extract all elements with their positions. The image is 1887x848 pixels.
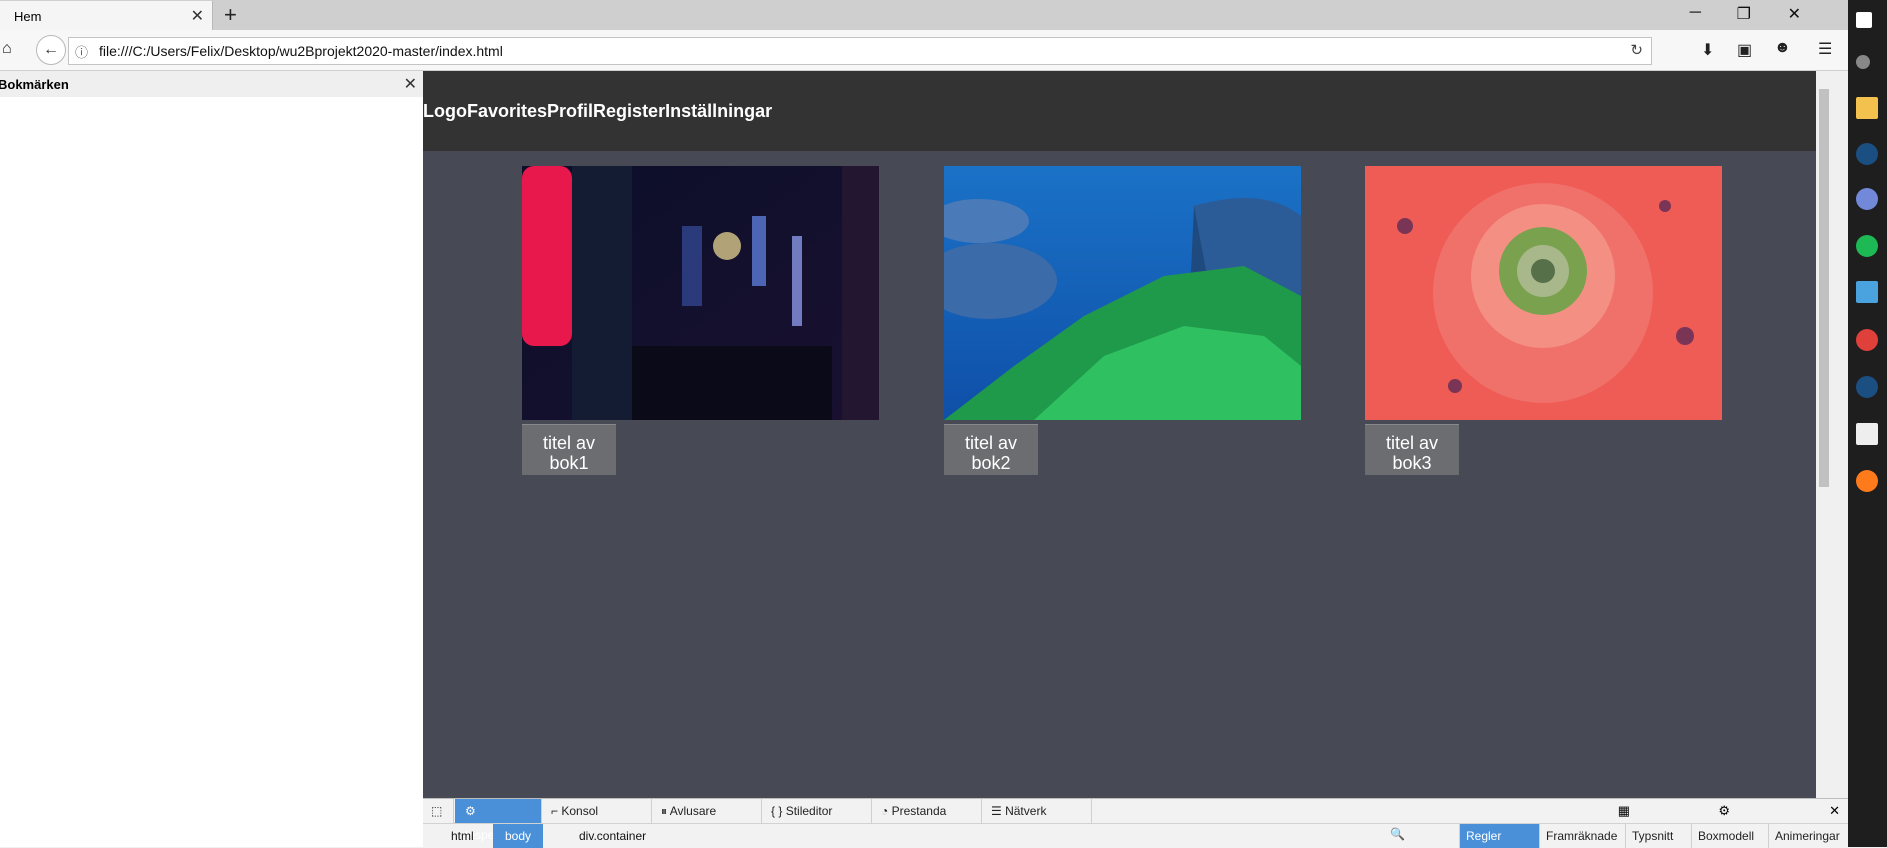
info-icon[interactable]: ⓘ xyxy=(75,42,88,61)
minimize-icon[interactable]: ─ xyxy=(1690,4,1701,22)
book-title-button[interactable]: titel av bok2 xyxy=(944,424,1038,475)
close-window-icon[interactable]: ✕ xyxy=(1788,4,1801,24)
photos-icon[interactable] xyxy=(1856,423,1878,445)
firefox-icon[interactable] xyxy=(1856,470,1878,492)
devtools-toolbar: ⬚ ⚙ Inspekterare ⌐ Konsol ⏸ Avlusare { }… xyxy=(423,799,1848,842)
book-image xyxy=(1365,166,1722,420)
book-card: titel av bok1 xyxy=(522,166,879,475)
close-sidebar-icon[interactable]: ✕ xyxy=(404,74,417,94)
site-navigation: Logo Favorites Profil Register Inställni… xyxy=(423,71,1816,151)
tab-stileditor[interactable]: { } Stileditor xyxy=(761,799,872,823)
menu-icon[interactable]: ☰ xyxy=(1818,39,1832,59)
tab-title: Hem xyxy=(14,9,42,24)
pick-element-icon[interactable]: ⬚ xyxy=(423,799,454,823)
breadcrumb-body[interactable]: body xyxy=(493,824,544,848)
tab-label: Nätverk xyxy=(1005,804,1047,818)
nav-link-logo[interactable]: Logo xyxy=(423,71,467,151)
network-icon: ☰ xyxy=(991,804,1006,818)
book-card: titel av bok3 xyxy=(1365,166,1722,475)
url-bar[interactable]: ⓘ file:///C:/Users/Felix/Desktop/wu2Bpro… xyxy=(68,37,1652,65)
book-title-button[interactable]: titel av bok1 xyxy=(522,424,616,475)
url-text: file:///C:/Users/Felix/Desktop/wu2Bproje… xyxy=(99,43,503,59)
book-title-line1: titel av xyxy=(964,433,1018,453)
tab-konsol[interactable]: ⌐ Konsol xyxy=(541,799,652,823)
panel-tab-regler[interactable]: Regler xyxy=(1459,824,1540,848)
windows-icon[interactable] xyxy=(1856,12,1872,28)
tab-label: Stileditor xyxy=(785,804,833,818)
page-content: Logo Favorites Profil Register Inställni… xyxy=(423,71,1816,798)
restore-icon[interactable]: ❐ xyxy=(1737,4,1751,24)
sidebar-header: Bokmärken ✕ xyxy=(0,71,423,97)
steam-icon[interactable] xyxy=(1856,143,1878,165)
panel-tab-boxmodell[interactable]: Boxmodell xyxy=(1691,824,1774,848)
book-title-line1: titel av xyxy=(1385,433,1439,453)
settings-icon[interactable]: ⚙ xyxy=(1718,803,1730,819)
vertical-scrollbar[interactable] xyxy=(1816,71,1832,798)
night-street-image xyxy=(522,166,879,420)
underwater-image xyxy=(944,166,1301,420)
nav-link-profil[interactable]: Profil xyxy=(547,71,593,151)
book-image xyxy=(522,166,879,420)
tab-inspekterare[interactable]: ⚙ Inspekterare xyxy=(455,799,542,842)
navigation-bar: ⌂ ← ⓘ file:///C:/Users/Felix/Desktop/wu2… xyxy=(0,30,1848,71)
book-image xyxy=(944,166,1301,420)
steam-icon[interactable] xyxy=(1856,376,1878,398)
sidebar-title: Bokmärken xyxy=(0,77,69,92)
book-card: titel av bok2 xyxy=(944,166,1301,475)
panel-tab-framraknade[interactable]: Framräknade xyxy=(1539,824,1622,848)
home-icon[interactable]: ⌂ xyxy=(2,40,12,58)
nav-link-register[interactable]: Register xyxy=(593,71,665,151)
tab-label: Prestanda xyxy=(891,804,947,818)
tab-avlusare[interactable]: ⏸ Avlusare xyxy=(651,799,762,823)
gear-icon: ⚙ xyxy=(465,804,476,818)
console-icon: ⌐ xyxy=(551,804,562,818)
book-title-line1: titel av xyxy=(542,433,596,453)
book-title-line2: bok1 xyxy=(549,453,589,473)
chat-icon[interactable]: ☻ xyxy=(1774,39,1791,57)
app-icon[interactable] xyxy=(1856,281,1878,303)
sidebar-toggle-icon[interactable]: ▣ xyxy=(1737,40,1752,60)
search-icon[interactable] xyxy=(1856,55,1870,69)
tab-natverk[interactable]: ☰ Nätverk xyxy=(981,799,1092,823)
panel-tab-typsnitt[interactable]: Typsnitt xyxy=(1625,824,1696,848)
new-tab-icon[interactable]: + xyxy=(224,2,237,28)
back-button[interactable]: ← xyxy=(36,35,66,65)
chrome-icon[interactable] xyxy=(1856,329,1878,351)
breadcrumb-container[interactable]: div.container xyxy=(579,824,646,848)
search-icon[interactable]: 🔍 xyxy=(1390,827,1405,841)
discord-icon[interactable] xyxy=(1856,188,1878,210)
book-title-line2: bok3 xyxy=(1392,453,1432,473)
nav-link-installningar[interactable]: Inställningar xyxy=(665,71,772,151)
reload-icon[interactable]: ↻ xyxy=(1630,41,1643,59)
scrollbar-thumb[interactable] xyxy=(1819,89,1829,487)
bookmarks-sidebar: Bokmärken ✕ xyxy=(0,71,424,847)
layout-icon[interactable]: ▦ xyxy=(1618,803,1630,819)
tab-label: Konsol xyxy=(561,804,599,818)
close-tab-icon[interactable]: ✕ xyxy=(191,6,204,26)
tab-strip: Hem ✕ + ─ ❐ ✕ xyxy=(0,0,1848,30)
browser-tab[interactable]: Hem ✕ xyxy=(0,1,213,30)
devtools-panel: ⬚ ⚙ Inspekterare ⌐ Konsol ⏸ Avlusare { }… xyxy=(423,798,1848,848)
gauge-icon: ◔ xyxy=(881,804,892,818)
taskbar xyxy=(1848,0,1887,847)
tab-label: Avlusare xyxy=(669,804,717,818)
panel-tab-animeringar[interactable]: Animeringar xyxy=(1768,824,1849,848)
close-devtools-icon[interactable]: ✕ xyxy=(1829,803,1840,819)
breadcrumb-html[interactable]: html xyxy=(451,824,474,848)
book-title-button[interactable]: titel av bok3 xyxy=(1365,424,1459,475)
spotify-icon[interactable] xyxy=(1856,235,1878,257)
succulent-image xyxy=(1365,166,1722,420)
download-icon[interactable]: ⬇ xyxy=(1701,40,1714,60)
braces-icon: { } xyxy=(771,804,786,818)
tab-prestanda[interactable]: ◔ Prestanda xyxy=(871,799,982,823)
pause-icon: ⏸ xyxy=(661,804,670,818)
devtools-breadcrumbs: html body div.container 🔍 Regler Framräk… xyxy=(423,824,1848,848)
folder-icon[interactable] xyxy=(1856,97,1878,119)
nav-link-favorites[interactable]: Favorites xyxy=(467,71,547,151)
book-title-line2: bok2 xyxy=(971,453,1011,473)
